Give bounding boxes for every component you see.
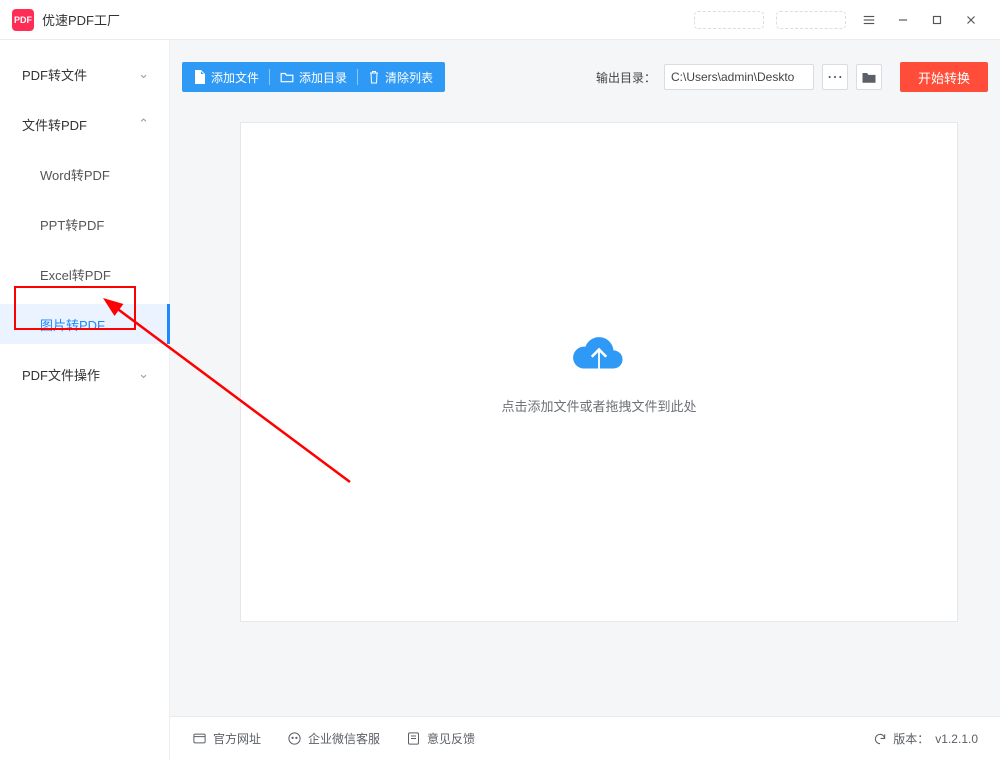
app-logo-text: PDF bbox=[14, 15, 32, 25]
version-info: 版本： v1.2.1.0 bbox=[873, 730, 978, 747]
cloud-upload-icon bbox=[570, 330, 628, 378]
output-dir-group: 输出目录： ⋯ 开始转换 bbox=[596, 62, 988, 92]
sidebar-item-word-to-pdf[interactable]: Word转PDF bbox=[0, 154, 169, 194]
menu-icon bbox=[862, 13, 876, 27]
close-button[interactable] bbox=[954, 0, 988, 40]
footer-link-wechat-support[interactable]: 企业微信客服 bbox=[287, 730, 380, 747]
sidebar: PDF转文件 ⌄ 文件转PDF ⌃ Word转PDF PPT转PDF Excel… bbox=[0, 40, 170, 760]
sidebar-group-label: PDF文件操作 bbox=[22, 365, 100, 384]
menu-button[interactable] bbox=[852, 0, 886, 40]
version-value: v1.2.1.0 bbox=[935, 732, 978, 746]
dropzone-text: 点击添加文件或者拖拽文件到此处 bbox=[501, 396, 696, 415]
clear-list-button[interactable]: 清除列表 bbox=[368, 69, 433, 86]
redacted-user-1 bbox=[694, 11, 764, 29]
add-file-button[interactable]: 添加文件 bbox=[194, 69, 259, 86]
file-icon bbox=[194, 70, 206, 84]
footer-link-label: 官方网址 bbox=[213, 730, 261, 747]
dots-icon: ⋯ bbox=[827, 67, 843, 87]
maximize-icon bbox=[930, 13, 944, 27]
minimize-icon bbox=[896, 13, 910, 27]
sidebar-item-image-to-pdf[interactable]: 图片转PDF bbox=[0, 304, 169, 344]
chevron-down-icon: ⌄ bbox=[138, 66, 149, 82]
canvas: 点击添加文件或者拖拽文件到此处 bbox=[170, 102, 1000, 716]
open-folder-button[interactable] bbox=[856, 64, 882, 90]
refresh-icon bbox=[873, 732, 887, 746]
chat-icon bbox=[287, 731, 302, 746]
sidebar-item-excel-to-pdf[interactable]: Excel转PDF bbox=[0, 254, 169, 294]
button-label: 添加目录 bbox=[299, 69, 347, 86]
dropzone[interactable]: 点击添加文件或者拖拽文件到此处 bbox=[240, 122, 958, 622]
sidebar-group-pdf-ops[interactable]: PDF文件操作 ⌄ bbox=[0, 354, 169, 394]
globe-icon bbox=[192, 731, 207, 746]
sidebar-item-label: Word转PDF bbox=[40, 165, 110, 184]
sidebar-group-pdf-to-file[interactable]: PDF转文件 ⌄ bbox=[0, 54, 169, 94]
button-label: 开始转换 bbox=[918, 68, 970, 87]
output-dir-input[interactable] bbox=[664, 64, 814, 90]
button-label: 添加文件 bbox=[211, 69, 259, 86]
titlebar: PDF 优速PDF工厂 bbox=[0, 0, 1000, 40]
minimize-button[interactable] bbox=[886, 0, 920, 40]
version-label: 版本： bbox=[893, 730, 929, 747]
toolbar: 添加文件 添加目录 清除列表 输出目录： ⋯ bbox=[170, 40, 1000, 102]
browse-button[interactable]: ⋯ bbox=[822, 64, 848, 90]
app-title: 优速PDF工厂 bbox=[42, 10, 120, 29]
sidebar-group-label: PDF转文件 bbox=[22, 65, 87, 84]
footer-link-label: 意见反馈 bbox=[427, 730, 475, 747]
feedback-icon bbox=[406, 731, 421, 746]
footer-link-website[interactable]: 官方网址 bbox=[192, 730, 261, 747]
footer: 官方网址 企业微信客服 意见反馈 版本： v1.2.1.0 bbox=[170, 716, 1000, 760]
folder-icon bbox=[861, 71, 877, 84]
folder-icon bbox=[280, 71, 294, 83]
sidebar-group-file-to-pdf[interactable]: 文件转PDF ⌃ bbox=[0, 104, 169, 144]
maximize-button[interactable] bbox=[920, 0, 954, 40]
trash-icon bbox=[368, 70, 380, 84]
footer-link-label: 企业微信客服 bbox=[308, 730, 380, 747]
sidebar-item-label: 图片转PDF bbox=[40, 315, 105, 334]
toolbar-file-actions[interactable]: 添加文件 添加目录 清除列表 bbox=[182, 62, 445, 92]
add-folder-button[interactable]: 添加目录 bbox=[280, 69, 347, 86]
close-icon bbox=[964, 13, 978, 27]
redacted-user-2 bbox=[776, 11, 846, 29]
button-label: 清除列表 bbox=[385, 69, 433, 86]
chevron-down-icon: ⌄ bbox=[138, 366, 149, 382]
sidebar-item-label: Excel转PDF bbox=[40, 265, 111, 284]
main-area: 添加文件 添加目录 清除列表 输出目录： ⋯ bbox=[170, 40, 1000, 760]
footer-link-feedback[interactable]: 意见反馈 bbox=[406, 730, 475, 747]
chevron-up-icon: ⌃ bbox=[138, 116, 149, 132]
sidebar-group-label: 文件转PDF bbox=[22, 115, 87, 134]
sidebar-item-label: PPT转PDF bbox=[40, 215, 104, 234]
start-convert-button[interactable]: 开始转换 bbox=[900, 62, 988, 92]
output-dir-label: 输出目录： bbox=[596, 69, 656, 86]
sidebar-item-ppt-to-pdf[interactable]: PPT转PDF bbox=[0, 204, 169, 244]
app-logo: PDF bbox=[12, 9, 34, 31]
